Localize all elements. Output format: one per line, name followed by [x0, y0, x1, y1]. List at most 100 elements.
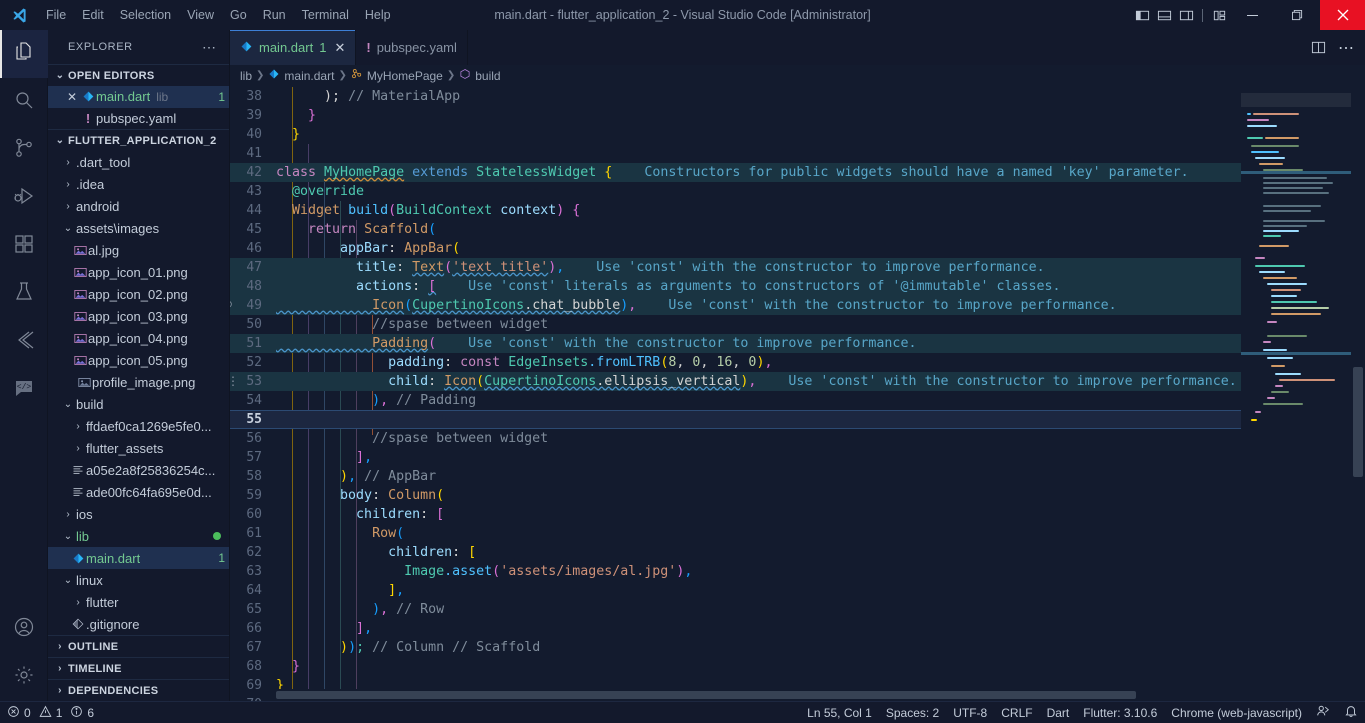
activity-item-accounts[interactable] [0, 605, 48, 653]
activity-item-extensions[interactable] [0, 222, 48, 270]
tree-item-assets-images[interactable]: ⌄ assets\images [48, 217, 229, 239]
tab-pubspec-yaml[interactable]: ! pubspec.yaml [356, 30, 468, 65]
status-editor-language[interactable]: Dart [1040, 702, 1077, 723]
tree-item-app-icon-01[interactable]: app_icon_01.png [48, 261, 229, 283]
fold-indicator-icon[interactable]: ◯ [230, 297, 232, 310]
tree-item-flutter-assets[interactable]: › flutter_assets [48, 437, 229, 459]
horizontal-scrollbar[interactable] [276, 689, 1241, 701]
tree-item-app-icon-05[interactable]: app_icon_05.png [48, 349, 229, 371]
tab-close-icon[interactable]: ✕ [334, 40, 345, 56]
maximize-button[interactable] [1275, 0, 1320, 30]
code-line[interactable]: 47 title: Text('text title'), Use 'const… [230, 257, 1241, 277]
menu-view[interactable]: View [179, 0, 222, 30]
status-editor-indentation[interactable]: Spaces: 2 [879, 702, 946, 723]
sidebar-more-actions-icon[interactable]: ⋯ [202, 39, 221, 56]
close-icon[interactable]: ✕ [64, 90, 80, 104]
code-line[interactable]: 60 children: [ [230, 505, 1241, 524]
breadcrumb-item-myhomepage[interactable]: MyHomePage [351, 68, 443, 83]
split-editor-icon[interactable] [1305, 30, 1331, 65]
layout-panel-icon[interactable] [1153, 0, 1175, 30]
code-line[interactable]: 56 //spase between widget [230, 429, 1241, 448]
code-line[interactable]: 41 [230, 144, 1241, 163]
tree-item-gitignore[interactable]: .gitignore [48, 613, 229, 635]
vertical-scrollbar[interactable] [1351, 86, 1365, 701]
code-lines[interactable]: 38 ); // MaterialApp 39 } 40 } 41 42 clas… [230, 86, 1241, 701]
tree-item-dart-tool[interactable]: › .dart_tool [48, 151, 229, 173]
tree-item-app-icon-02[interactable]: app_icon_02.png [48, 283, 229, 305]
code-line[interactable]: 57 ], [230, 448, 1241, 467]
activity-item-settings[interactable] [0, 653, 48, 701]
activity-item-run-and-debug[interactable] [0, 174, 48, 222]
tab-main-dart[interactable]: main.dart 1 ✕ [230, 30, 357, 65]
code-line[interactable]: 40 } [230, 125, 1241, 144]
status-editor-eol[interactable]: CRLF [994, 702, 1039, 723]
status-problems[interactable]: 0 1 6 [0, 702, 101, 723]
menu-file[interactable]: File [38, 0, 74, 30]
tree-item-build[interactable]: ⌄ build [48, 393, 229, 415]
minimap-slider[interactable] [1241, 92, 1351, 107]
section-timeline[interactable]: › TIMELINE [48, 657, 229, 679]
code-line[interactable]: 39 } [230, 106, 1241, 125]
code-line[interactable]: 67 )); // Column // Scaffold [230, 638, 1241, 657]
code-line[interactable]: 64 ], [230, 581, 1241, 600]
section-open-editors[interactable]: ⌄ OPEN EDITORS [48, 64, 229, 86]
section-dependencies[interactable]: › DEPENDENCIES [48, 679, 229, 701]
code-line[interactable]: 45 return Scaffold( [230, 220, 1241, 239]
menu-terminal[interactable]: Terminal [294, 0, 357, 30]
minimap[interactable] [1241, 86, 1351, 701]
code-line[interactable]: 61 Row( [230, 524, 1241, 543]
close-button[interactable] [1320, 0, 1365, 30]
breadcrumb-item-build[interactable]: build [459, 68, 501, 83]
tree-item-lib[interactable]: ⌄ lib [48, 525, 229, 547]
tree-item-flutter[interactable]: › flutter [48, 591, 229, 613]
section-project-root[interactable]: ⌄ FLUTTER_APPLICATION_2 [48, 129, 229, 151]
code-line[interactable]: 59 body: Column( [230, 486, 1241, 505]
menu-selection[interactable]: Selection [112, 0, 179, 30]
tree-item-ios[interactable]: › ios [48, 503, 229, 525]
status-flutter-device[interactable]: Chrome (web-javascript) [1164, 702, 1309, 723]
line-drag-handle-icon[interactable]: ⋮ [230, 374, 239, 388]
layout-sidebar-right-icon[interactable] [1175, 0, 1197, 30]
code-line[interactable]: 54 ), // Padding [230, 391, 1241, 410]
code-line[interactable]: 58 ), // AppBar [230, 467, 1241, 486]
code-line[interactable]: 65 ), // Row [230, 600, 1241, 619]
code-line[interactable]: 38 ); // MaterialApp [230, 87, 1241, 106]
code-line[interactable]: 49 Icon(CupertinoIcons.chat_bubble), Use… [230, 295, 1241, 315]
layout-customize-icon[interactable] [1208, 0, 1230, 30]
activity-item-source-control[interactable] [0, 126, 48, 174]
code-line[interactable]: 66 ], [230, 619, 1241, 638]
menu-go[interactable]: Go [222, 0, 255, 30]
tree-item-main-dart[interactable]: main.dart 1 [48, 547, 229, 570]
code-editor[interactable]: 38 ); // MaterialApp 39 } 40 } 41 42 clas… [230, 86, 1365, 701]
tree-item-android[interactable]: › android [48, 195, 229, 217]
menu-edit[interactable]: Edit [74, 0, 112, 30]
status-flutter-version[interactable]: Flutter: 3.10.6 [1076, 702, 1164, 723]
tree-item-ffdaef0ca[interactable]: › ffdaef0ca1269e5fe0... [48, 415, 229, 437]
code-line[interactable]: 44 Widget build(BuildContext context) { [230, 201, 1241, 220]
tree-item-idea[interactable]: › .idea [48, 173, 229, 195]
breadcrumb-item-main-dart[interactable]: main.dart [268, 68, 334, 83]
breadcrumb-item-lib[interactable]: lib [240, 69, 252, 83]
tree-item-a05e2a8f[interactable]: a05e2a8f25836254c... [48, 459, 229, 481]
code-line[interactable]: 68 } [230, 657, 1241, 676]
code-line-current[interactable]: 55 [230, 409, 1241, 429]
layout-sidebar-left-icon[interactable] [1131, 0, 1153, 30]
code-line[interactable]: 43 @override [230, 182, 1241, 201]
menu-help[interactable]: Help [357, 0, 399, 30]
activity-item-search[interactable] [0, 78, 48, 126]
code-line[interactable]: 53 child: Icon(CupertinoIcons.ellipsis_v… [230, 371, 1241, 391]
code-line[interactable]: 63 Image.asset('assets/images/al.jpg'), [230, 562, 1241, 581]
status-live-share[interactable] [1309, 702, 1337, 723]
status-editor-encoding[interactable]: UTF-8 [946, 702, 994, 723]
code-line[interactable]: 46 appBar: AppBar( [230, 239, 1241, 258]
section-outline[interactable]: › OUTLINE [48, 635, 229, 657]
tree-item-ade00fc6[interactable]: ade00fc64fa695e0d... [48, 481, 229, 503]
horizontal-scrollbar-thumb[interactable] [276, 691, 1136, 699]
more-editor-actions-icon[interactable]: ⋯ [1333, 30, 1359, 65]
tree-item-profile-image[interactable]: profile_image.png [48, 371, 229, 393]
activity-item-explorer[interactable] [0, 30, 48, 78]
activity-item-flutter[interactable] [0, 318, 48, 366]
code-line[interactable]: 48 actions: [ Use 'const' literals as ar… [230, 276, 1241, 296]
open-editor-main-dart[interactable]: ✕ main.dart lib 1 [48, 86, 229, 108]
status-notifications[interactable] [1337, 702, 1365, 723]
